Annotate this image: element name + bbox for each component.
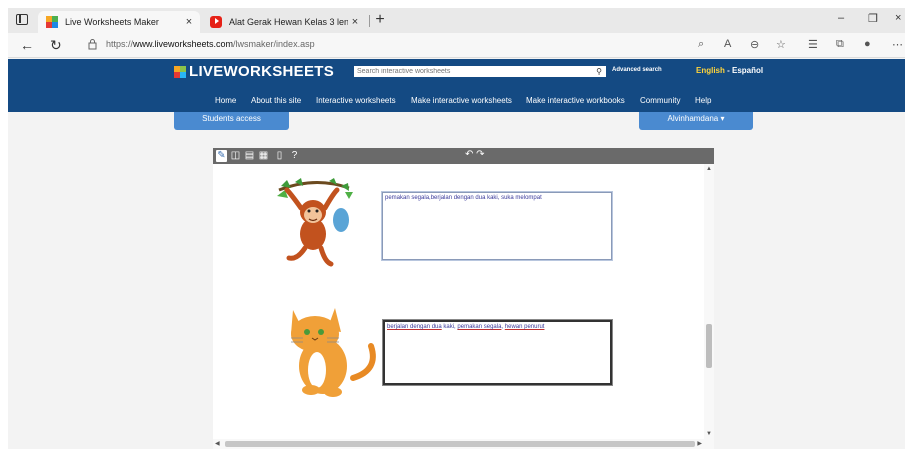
url-field[interactable]: https://www.liveworksheets.com/lwsmaker/… [106,39,315,49]
profile-icon[interactable]: ● [864,38,871,50]
youtube-favicon-icon [210,16,222,28]
search-input[interactable] [354,66,592,77]
close-tab-icon[interactable]: × [348,16,362,28]
paste-tool-icon[interactable]: ▦ [258,150,269,162]
url-prefix: https:// [106,39,134,49]
nav-make-workbooks[interactable]: Make interactive workbooks [526,96,625,105]
favorites-icon[interactable]: ☰ [808,38,818,51]
more-icon[interactable]: ⋯ [892,38,903,51]
select-tool-icon[interactable]: ◫ [230,150,241,162]
tab-title: Alat Gerak Hewan Kelas 3 lengka [229,17,348,27]
back-icon[interactable]: ← [20,37,34,53]
tab-divider [369,15,370,27]
url-host: www.liveworksheets.com [133,39,234,49]
tab-actions-icon[interactable] [16,14,28,25]
close-tab-icon[interactable]: × [182,16,196,28]
lang-english-link[interactable]: English [696,66,725,75]
undo-redo-group: ↶ ↷ [465,149,485,160]
user-menu-button[interactable]: Alvinhamdana ▾ [639,112,753,130]
orangutan-image [277,178,353,267]
horizontal-scroll-thumb[interactable] [225,441,695,447]
worksheet-editor: ✎ ◫ ▤ ▦ ▯ ? ↶ ↷ pemakan segala,berjalan … [213,148,714,449]
worksheet-canvas: pemakan segala,berjalan dengan dua kaki,… [213,164,714,449]
new-tab-button[interactable]: + [372,11,388,29]
editor-toolbar: ✎ ◫ ▤ ▦ ▯ ? ↶ ↷ [213,148,714,164]
advanced-search-link[interactable]: Advanced search [612,67,662,73]
lang-spanish-link[interactable]: Español [732,66,763,75]
scroll-left-icon[interactable]: ◀ [215,440,220,447]
restore-button[interactable]: ❐ [868,12,878,25]
horizontal-scrollbar[interactable]: ◀ ▶ [213,439,704,449]
answer-text-box[interactable]: pemakan segala,berjalan dengan dua kaki,… [382,192,612,260]
close-window-button[interactable]: × [895,12,901,24]
collections-icon[interactable]: ⧉ [836,38,844,51]
nav-about[interactable]: About this site [251,96,301,105]
tab-live-worksheets[interactable]: Live Worksheets Maker × [38,11,200,33]
language-switch: English - Español [696,66,763,75]
tab-bar: Live Worksheets Maker × Alat Gerak Hewan… [8,8,905,33]
delete-tool-icon[interactable]: ▯ [274,150,285,162]
vertical-scrollbar[interactable]: ▲ ▼ [704,164,714,449]
text-size-icon[interactable]: A [724,38,731,50]
answer-fragment: pemakan segala [457,324,502,330]
scroll-up-icon[interactable]: ▲ [706,166,712,172]
scroll-right-icon[interactable]: ▶ [697,440,702,447]
nav-help[interactable]: Help [695,96,711,105]
nav-interactive-worksheets[interactable]: Interactive worksheets [316,96,396,105]
answer-fragment: kaki, [441,324,458,330]
refresh-icon[interactable]: ↻ [50,37,62,54]
site-header: LIVEWORKSHEETS ⚲ Advanced search English… [8,59,905,112]
tab-title: Live Worksheets Maker [65,17,159,27]
minimize-button[interactable]: – [838,12,844,24]
search-icon[interactable]: ⚲ [592,66,606,77]
undo-icon[interactable]: ↶ [465,149,473,160]
vertical-scroll-thumb[interactable] [706,324,712,368]
answer-text-box-selected[interactable]: berjalan dengan dua kaki, pemakan segala… [383,320,612,385]
liveworksheets-favicon-icon [46,16,58,28]
copy-tool-icon[interactable]: ▤ [244,150,255,162]
lock-icon [88,39,97,50]
tab-youtube[interactable]: Alat Gerak Hewan Kelas 3 lengka × [202,11,366,33]
students-access-button[interactable]: Students access [174,112,289,130]
answer-fragment: berjalan dengan dua [387,324,442,330]
nav-community[interactable]: Community [640,96,680,105]
site-logo[interactable]: LIVEWORKSHEETS [174,63,334,80]
page-content: Students access Alvinhamdana ▾ ✎ ◫ ▤ ▦ ▯… [8,112,905,449]
text-box-tool-icon[interactable]: ✎ [216,150,227,162]
logo-mark-icon [174,65,186,78]
redo-icon[interactable]: ↷ [476,149,484,160]
cat-image [291,308,376,397]
read-aloud-icon[interactable]: ⌕ [698,38,704,51]
url-path: /lwsmaker/index.asp [233,39,315,49]
browser-window: Live Worksheets Maker × Alat Gerak Hewan… [8,8,905,449]
lang-separator: - [724,66,732,75]
address-bar: ← ↻ https://www.liveworksheets.com/lwsma… [8,33,905,58]
nav-make-worksheets[interactable]: Make interactive worksheets [411,96,512,105]
nav-home[interactable]: Home [215,96,236,105]
answer-fragment: hewan penurut [504,324,545,330]
logo-text: LIVEWORKSHEETS [189,63,335,80]
favorite-icon[interactable]: ☆ [776,38,786,51]
zoom-icon[interactable]: ⊖ [750,38,759,51]
help-icon[interactable]: ? [289,150,300,162]
scroll-down-icon[interactable]: ▼ [706,431,712,437]
